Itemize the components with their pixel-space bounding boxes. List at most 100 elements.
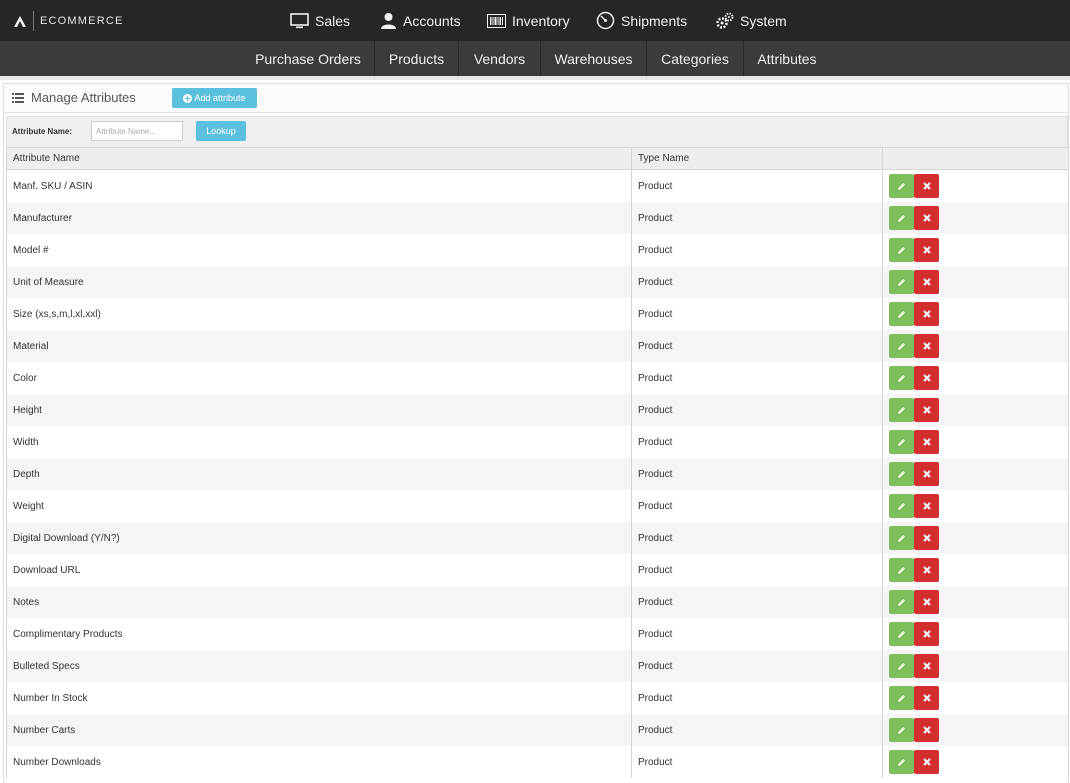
subnav-categories[interactable]: Categories <box>647 41 744 76</box>
attribute-name-cell: Number In Stock <box>6 682 632 714</box>
table-row: Digital Download (Y/N?) Product <box>6 522 1069 554</box>
delete-button[interactable] <box>914 398 939 422</box>
subnav-vendors[interactable]: Vendors <box>459 41 541 76</box>
header-spacer <box>0 76 1070 80</box>
column-header-attribute-name[interactable]: Attribute Name <box>6 147 632 170</box>
delete-button[interactable] <box>914 654 939 678</box>
add-attribute-label: Add attribute <box>194 93 246 103</box>
table-row: Number Downloads Product <box>6 746 1069 778</box>
panel-header: Manage Attributes Add attribute <box>4 84 1068 113</box>
close-icon <box>922 630 931 638</box>
delete-button[interactable] <box>914 334 939 358</box>
subnav-attributes[interactable]: Attributes <box>744 41 830 76</box>
actions-cell <box>882 266 1069 298</box>
actions-cell <box>882 426 1069 458</box>
column-header-type-name[interactable]: Type Name <box>631 147 883 170</box>
type-name-cell: Product <box>631 554 883 586</box>
delete-button[interactable] <box>914 270 939 294</box>
edit-button[interactable] <box>889 494 914 518</box>
brand-name: ECOMMERCE <box>40 15 124 27</box>
delete-button[interactable] <box>914 238 939 262</box>
attribute-name-cell: Bulleted Specs <box>6 650 632 682</box>
add-attribute-button[interactable]: Add attribute <box>172 88 257 108</box>
edit-button[interactable] <box>889 526 914 550</box>
table-row: Height Product <box>6 394 1069 426</box>
attribute-name-cell: Number Downloads <box>6 746 632 778</box>
table-row: Depth Product <box>6 458 1069 490</box>
attribute-name-input[interactable] <box>91 121 183 141</box>
delete-button[interactable] <box>914 462 939 486</box>
edit-button[interactable] <box>889 718 914 742</box>
lookup-button[interactable]: Lookup <box>196 121 246 141</box>
edit-button[interactable] <box>889 430 914 454</box>
delete-button[interactable] <box>914 206 939 230</box>
delete-button[interactable] <box>914 526 939 550</box>
logo-icon <box>13 14 27 28</box>
edit-button[interactable] <box>889 686 914 710</box>
nav-sales[interactable]: Sales <box>290 0 350 41</box>
nav-shipments[interactable]: Shipments <box>596 0 687 41</box>
edit-button[interactable] <box>889 750 914 774</box>
edit-button[interactable] <box>889 398 914 422</box>
subnav-warehouses[interactable]: Warehouses <box>541 41 647 76</box>
nav-inventory[interactable]: Inventory <box>487 0 570 41</box>
nav-system[interactable]: System <box>716 0 787 41</box>
edit-button[interactable] <box>889 174 914 198</box>
pencil-icon <box>898 342 905 350</box>
actions-cell <box>882 169 1069 202</box>
delete-button[interactable] <box>914 558 939 582</box>
actions-cell <box>882 586 1069 618</box>
edit-button[interactable] <box>889 622 914 646</box>
table-row: Number Carts Product <box>6 714 1069 746</box>
edit-button[interactable] <box>889 590 914 614</box>
actions-cell <box>882 202 1069 234</box>
actions-cell <box>882 554 1069 586</box>
nav-system-label: System <box>740 12 787 29</box>
actions-cell <box>882 234 1069 266</box>
barcode-icon <box>487 13 506 28</box>
delete-button[interactable] <box>914 430 939 454</box>
table-header-row: Attribute Name Type Name <box>6 147 1069 170</box>
delete-button[interactable] <box>914 686 939 710</box>
actions-cell <box>882 618 1069 650</box>
delete-button[interactable] <box>914 302 939 326</box>
attribute-name-cell: Weight <box>6 490 632 522</box>
delete-button[interactable] <box>914 494 939 518</box>
nav-sales-label: Sales <box>315 12 351 29</box>
edit-button[interactable] <box>889 302 914 326</box>
edit-button[interactable] <box>889 462 914 486</box>
list-icon <box>12 93 24 103</box>
attribute-name-cell: Depth <box>6 458 632 490</box>
edit-button[interactable] <box>889 270 914 294</box>
nav-accounts[interactable]: Accounts <box>380 0 461 41</box>
delete-button[interactable] <box>914 174 939 198</box>
edit-button[interactable] <box>889 558 914 582</box>
table-row: Manufacturer Product <box>6 202 1069 234</box>
delete-button[interactable] <box>914 590 939 614</box>
delete-button[interactable] <box>914 750 939 774</box>
edit-button[interactable] <box>889 334 914 358</box>
actions-cell <box>882 458 1069 490</box>
subnav-products[interactable]: Products <box>375 41 459 76</box>
table-row: Manf. SKU / ASIN Product <box>6 169 1069 202</box>
edit-button[interactable] <box>889 654 914 678</box>
edit-button[interactable] <box>889 366 914 390</box>
delete-button[interactable] <box>914 366 939 390</box>
speedometer-icon <box>596 11 615 30</box>
edit-button[interactable] <box>889 206 914 230</box>
type-name-cell: Product <box>631 490 883 522</box>
sub-navbar: Purchase Orders Products Vendors Warehou… <box>0 41 1070 76</box>
subnav-purchase-orders[interactable]: Purchase Orders <box>242 41 375 76</box>
delete-button[interactable] <box>914 622 939 646</box>
actions-cell <box>882 298 1069 330</box>
delete-button[interactable] <box>914 718 939 742</box>
actions-cell <box>882 650 1069 682</box>
table-row: Download URL Product <box>6 554 1069 586</box>
attribute-name-cell: Download URL <box>6 554 632 586</box>
attribute-name-cell: Width <box>6 426 632 458</box>
type-name-cell: Product <box>631 234 883 266</box>
brand-logo[interactable]: ECOMMERCE <box>13 11 124 31</box>
edit-button[interactable] <box>889 238 914 262</box>
type-name-cell: Product <box>631 202 883 234</box>
close-icon <box>922 534 931 542</box>
